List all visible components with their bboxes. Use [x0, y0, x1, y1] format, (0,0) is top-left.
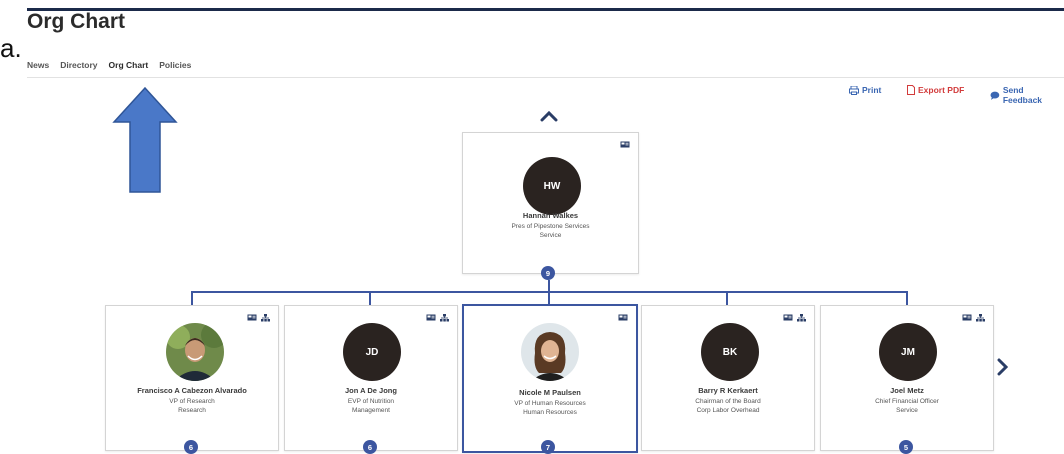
profile-photo: [521, 323, 579, 381]
tab-underline-rule: [27, 77, 1064, 78]
person-department: Management: [352, 407, 390, 414]
pdf-file-icon: [907, 85, 915, 95]
speech-bubble-icon: [990, 91, 1000, 100]
page-title: Org Chart: [27, 10, 126, 33]
reports-count-badge[interactable]: 5: [899, 440, 913, 454]
card-icons: [618, 314, 628, 321]
person-name: Joel Metz: [890, 386, 924, 395]
avatar: JD: [343, 323, 401, 381]
reports-count-badge[interactable]: 6: [363, 440, 377, 454]
org-tree-icon[interactable]: [440, 314, 449, 322]
avatar: BK: [701, 323, 759, 381]
tab-news[interactable]: News: [27, 60, 49, 76]
reports-count-badge[interactable]: 9: [541, 266, 555, 280]
person-title: Chairman of the Board: [695, 398, 761, 405]
org-tree-icon[interactable]: [261, 314, 270, 322]
person-department: Research: [178, 407, 206, 414]
reports-count-badge[interactable]: 7: [541, 440, 555, 454]
org-card-root[interactable]: HW Hannah Walkes Pres of Pipestone Servi…: [462, 132, 639, 274]
contact-card-icon[interactable]: [620, 141, 630, 148]
header-rule: [27, 8, 1064, 11]
print-label: Print: [862, 85, 882, 95]
org-card-child[interactable]: JM Joel Metz Chief Financial Officer Ser…: [820, 305, 994, 451]
export-pdf-button[interactable]: Export PDF: [907, 85, 964, 95]
tab-policies[interactable]: Policies: [159, 60, 191, 76]
avatar: JM: [879, 323, 937, 381]
contact-card-icon[interactable]: [618, 314, 628, 321]
card-icons: [620, 141, 630, 148]
connector-line: [369, 291, 371, 305]
org-card-child-selected[interactable]: Nicole M Paulsen VP of Human Resources H…: [462, 304, 638, 453]
avatar: HW: [523, 157, 581, 215]
person-name: Nicole M Paulsen: [519, 388, 581, 397]
contact-card-icon[interactable]: [962, 314, 972, 321]
print-button[interactable]: Print: [849, 85, 881, 95]
card-icons: [783, 314, 806, 322]
connector-line: [726, 291, 728, 305]
card-icons: [247, 314, 270, 322]
reports-count-badge[interactable]: 6: [184, 440, 198, 454]
chevron-up-icon[interactable]: [540, 110, 558, 122]
send-feedback-label: Send Feedback: [1002, 85, 1043, 105]
contact-card-icon[interactable]: [783, 314, 793, 321]
org-tree-icon[interactable]: [976, 314, 985, 322]
person-name: Francisco A Cabezon Alvarado: [137, 386, 247, 395]
person-name: Hannah Walkes: [522, 211, 579, 220]
person-department: Corp Labor Overhead: [696, 407, 760, 414]
tab-directory[interactable]: Directory: [60, 60, 97, 76]
overlay-text-fragment: a.: [0, 33, 22, 63]
person-title: Chief Financial Officer: [875, 398, 939, 405]
connector-line: [548, 291, 550, 305]
profile-photo: [166, 323, 224, 381]
person-department: Service: [539, 232, 562, 239]
person-title: VP of Research: [169, 398, 215, 405]
person-department: Service: [896, 407, 918, 414]
org-card-child[interactable]: BK Barry R Kerkaert Chairman of the Boar…: [641, 305, 815, 451]
card-icons: [962, 314, 985, 322]
send-feedback-button[interactable]: Send Feedback: [990, 85, 1064, 105]
tab-org-chart[interactable]: Org Chart: [109, 60, 149, 76]
printer-icon: [849, 85, 859, 95]
person-title: Pres of Pipestone Services: [511, 223, 590, 230]
org-tree-icon[interactable]: [797, 314, 806, 322]
person-name: Barry R Kerkaert: [698, 386, 758, 395]
connector-line: [906, 291, 908, 305]
person-name: Jon A De Jong: [345, 386, 397, 395]
connector-line: [191, 291, 193, 305]
export-pdf-label: Export PDF: [918, 85, 965, 95]
org-card-child[interactable]: Francisco A Cabezon Alvarado VP of Resea…: [105, 305, 279, 451]
card-icons: [426, 314, 449, 322]
person-department: Human Resources: [523, 409, 577, 416]
tab-bar: News Directory Org Chart Policies: [27, 60, 191, 76]
up-arrow-annotation-icon: [112, 86, 178, 193]
chevron-right-icon[interactable]: [996, 358, 1008, 376]
contact-card-icon[interactable]: [247, 314, 257, 321]
contact-card-icon[interactable]: [426, 314, 436, 321]
person-title: EVP of Nutrition: [347, 398, 395, 405]
org-card-child[interactable]: JD Jon A De Jong EVP of Nutrition Manage…: [284, 305, 458, 451]
person-title: VP of Human Resources: [514, 400, 586, 407]
